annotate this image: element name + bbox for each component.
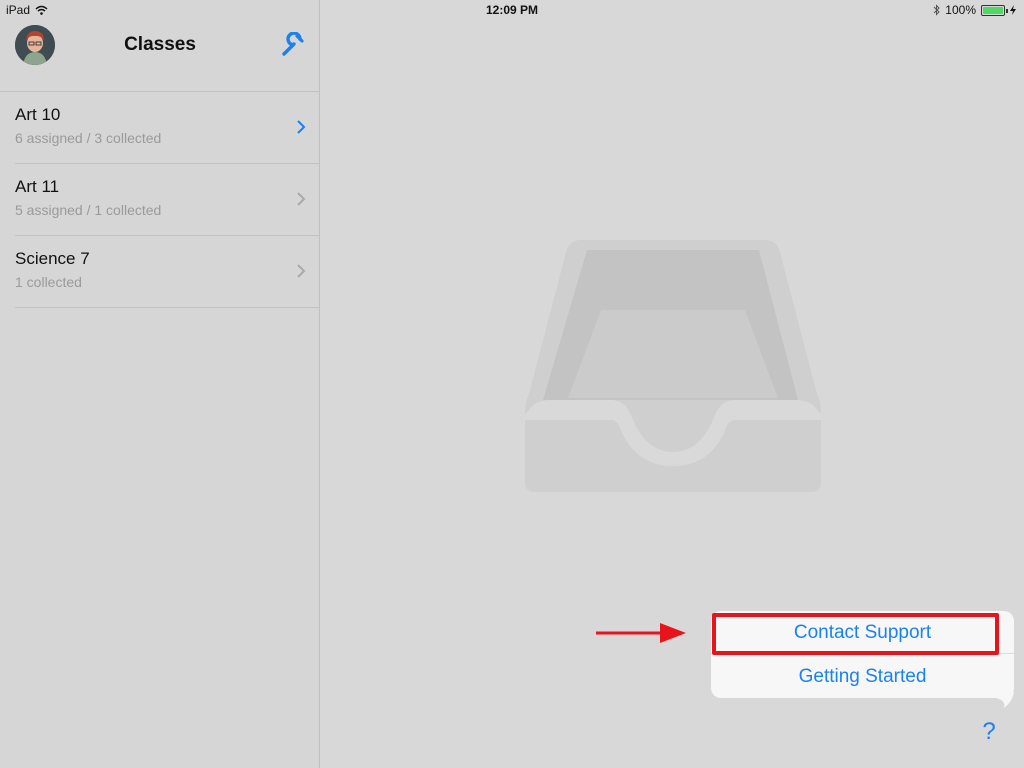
- sidebar-header: Classes: [0, 20, 320, 92]
- getting-started-button[interactable]: Getting Started: [711, 655, 1014, 698]
- class-row-science-7[interactable]: Science 7 1 collected: [15, 236, 320, 308]
- inbox-tray-icon: [525, 240, 821, 492]
- popover-tail: [986, 692, 1014, 708]
- contact-support-button[interactable]: Contact Support: [711, 611, 1014, 654]
- red-arrow-annotation: [596, 623, 686, 643]
- class-name: Science 7: [15, 249, 90, 268]
- classes-sidebar: Classes Art 10 6 assigned / 3 collected …: [0, 0, 320, 768]
- class-list: Art 10 6 assigned / 3 collected Art 11 5…: [0, 92, 320, 308]
- chevron-right-icon: [297, 264, 306, 278]
- chevron-right-icon: [297, 120, 306, 134]
- class-name: Art 11: [15, 177, 60, 196]
- page-title: Classes: [124, 34, 196, 55]
- class-name: Art 10: [15, 105, 61, 124]
- help-button[interactable]: ?: [978, 718, 1000, 748]
- wrench-icon[interactable]: [281, 31, 307, 58]
- class-row-art-11[interactable]: Art 11 5 assigned / 1 collected: [15, 164, 320, 236]
- help-popover: Contact Support Getting Started: [711, 611, 1014, 698]
- class-meta: 1 collected: [15, 274, 82, 290]
- chevron-right-icon: [297, 192, 306, 206]
- class-row-art-10[interactable]: Art 10 6 assigned / 3 collected: [15, 92, 320, 164]
- class-meta: 6 assigned / 3 collected: [15, 130, 162, 146]
- class-meta: 5 assigned / 1 collected: [15, 202, 162, 218]
